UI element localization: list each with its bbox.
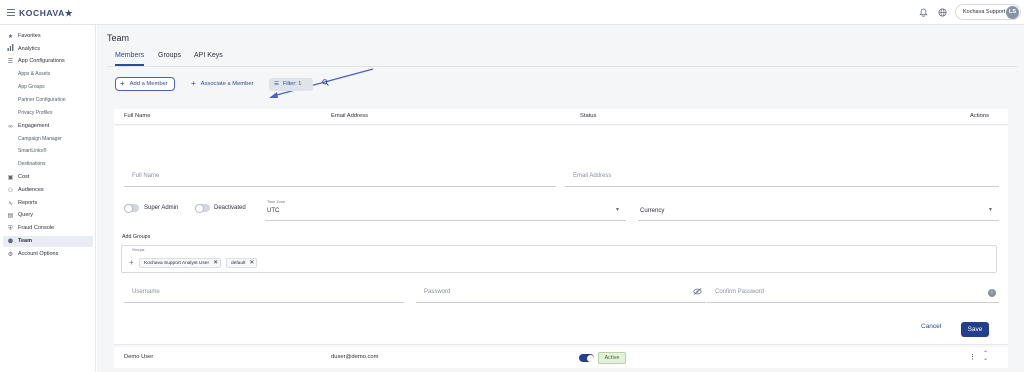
row-email: duser@demo.com bbox=[331, 354, 379, 360]
sidebar-item-team[interactable]: ⚉ Team bbox=[3, 236, 93, 247]
add-member-form: Full Name Email Address Super Admin Deac… bbox=[114, 126, 1008, 345]
sidebar-item-reports[interactable]: ∿ Reports bbox=[3, 198, 93, 209]
plus-icon[interactable]: + bbox=[129, 258, 134, 267]
list-icon: ☰ bbox=[7, 59, 14, 65]
filter-icon: ☰ bbox=[274, 81, 279, 87]
group-chip: default ✕ bbox=[226, 258, 258, 268]
filter-count: 1 bbox=[298, 81, 302, 87]
expand-icon[interactable]: ⌃ ⌄ bbox=[983, 351, 988, 362]
timezone-label: Time Zone bbox=[267, 200, 286, 204]
groups-label: Groups bbox=[132, 248, 145, 252]
deactivated-toggle[interactable] bbox=[195, 203, 210, 213]
link-icon: ∞ bbox=[8, 124, 13, 130]
currency-placeholder: Currency bbox=[640, 208, 665, 214]
sidebar-item-analytics[interactable]: Analytics bbox=[3, 44, 93, 55]
tab-groups[interactable]: Groups bbox=[158, 52, 181, 66]
page-title: Team bbox=[107, 33, 130, 43]
team-icon: ⚉ bbox=[7, 239, 14, 245]
sidebar-item-favorites[interactable]: ★ Favorites bbox=[3, 31, 93, 42]
sidebar-item-destinations[interactable]: Destinations bbox=[3, 159, 93, 170]
full-name-field[interactable]: Full Name bbox=[124, 166, 556, 187]
help-icon[interactable]: ! bbox=[988, 289, 996, 297]
main-content: Team Members Groups API Keys + Add a Memb… bbox=[97, 25, 1024, 372]
close-icon[interactable]: ✕ bbox=[213, 260, 218, 266]
sidebar-item-engagement[interactable]: ∞ Engagement bbox=[3, 121, 93, 132]
column-status: Status bbox=[580, 113, 597, 119]
cancel-button[interactable]: Cancel bbox=[921, 323, 941, 330]
table-row[interactable]: Demo User duser@demo.com Active ⋮ ⌃ ⌄ bbox=[114, 347, 1008, 368]
cost-icon: ▣ bbox=[7, 175, 14, 181]
sidebar-item-account-options[interactable]: ⚙ Account Options bbox=[3, 249, 93, 260]
sidebar-item-query[interactable]: ▤ Query bbox=[3, 210, 93, 221]
associate-member-button[interactable]: + Associate a Member bbox=[187, 77, 254, 91]
save-button[interactable]: Save bbox=[961, 322, 989, 337]
add-groups-label: Add Groups bbox=[122, 234, 151, 240]
sidebar-item-partner-configuration[interactable]: Partner Configuration bbox=[3, 95, 93, 106]
reports-icon: ∿ bbox=[7, 201, 14, 207]
sidebar-item-apps-assets[interactable]: Apps & Assets bbox=[3, 69, 93, 80]
star-icon: ★ bbox=[7, 34, 14, 40]
more-actions-icon[interactable]: ⋮ bbox=[969, 353, 976, 361]
timezone-select[interactable]: Time Zone UTC ▼ bbox=[265, 200, 626, 221]
globe-icon[interactable] bbox=[937, 8, 947, 18]
sidebar-item-app-configurations[interactable]: ☰ App Configurations bbox=[3, 56, 93, 67]
bell-icon[interactable] bbox=[918, 8, 928, 18]
search-icon bbox=[322, 79, 329, 88]
user-menu[interactable]: Kochava Support LS bbox=[955, 4, 1021, 20]
bar-chart-icon bbox=[7, 44, 14, 51]
sidebar-item-campaign-manager[interactable]: Campaign Manager bbox=[3, 134, 93, 145]
group-chip: Kochava Support Analyst User ✕ bbox=[139, 258, 222, 268]
tab-api-keys[interactable]: API Keys bbox=[194, 52, 223, 66]
eye-off-icon[interactable] bbox=[693, 288, 702, 297]
tabs-divider bbox=[107, 66, 1017, 67]
table-header: Full Name Email Address Status Actions bbox=[114, 109, 1008, 125]
sidebar: ★ Favorites Analytics ☰ App Configurations… bbox=[0, 25, 96, 372]
sidebar-item-privacy-profiles[interactable]: Privacy Profiles bbox=[3, 108, 93, 119]
plus-icon: + bbox=[120, 79, 125, 88]
username-field[interactable]: Username bbox=[124, 282, 404, 303]
email-field[interactable]: Email Address bbox=[565, 166, 999, 187]
column-full-name: Full Name bbox=[124, 113, 151, 119]
groups-input[interactable]: Groups + Kochava Support Analyst User ✕ d… bbox=[121, 245, 997, 273]
chevron-down-icon: ▼ bbox=[988, 207, 993, 213]
plus-icon: + bbox=[191, 79, 196, 88]
password-field[interactable]: Password bbox=[416, 282, 706, 303]
account-options-icon: ⚙ bbox=[7, 252, 14, 258]
avatar: LS bbox=[1006, 6, 1019, 19]
active-toggle[interactable] bbox=[579, 354, 594, 362]
user-name: Kochava Support bbox=[963, 9, 1006, 15]
sidebar-item-cost[interactable]: ▣ Cost bbox=[3, 172, 93, 183]
sidebar-item-audiences[interactable]: ⚇ Audiences bbox=[3, 185, 93, 196]
sidebar-item-fraud-console[interactable]: ⛨ Fraud Console bbox=[3, 223, 93, 234]
timezone-value: UTC bbox=[267, 208, 280, 214]
menu-toggle-icon[interactable] bbox=[7, 9, 15, 16]
filter-button[interactable]: ☰ Filter: 1 bbox=[269, 78, 313, 91]
top-bar: KOCHAVA★ Kochava Support LS bbox=[0, 0, 1024, 25]
sidebar-item-smartlinks[interactable]: SmartLinks® bbox=[3, 146, 93, 157]
status-badge: Active bbox=[598, 352, 626, 364]
row-name: Demo User bbox=[124, 354, 154, 360]
audiences-icon: ⚇ bbox=[7, 188, 14, 194]
close-icon[interactable]: ✕ bbox=[249, 260, 254, 266]
column-email-address: Email Address bbox=[331, 113, 369, 119]
column-actions: Actions bbox=[970, 113, 990, 119]
tab-members[interactable]: Members bbox=[115, 52, 145, 66]
search-button[interactable] bbox=[319, 78, 332, 91]
brand-logo: KOCHAVA★ bbox=[19, 8, 74, 18]
add-member-button[interactable]: + Add a Member bbox=[115, 77, 175, 91]
chevron-down-icon: ▼ bbox=[615, 207, 620, 213]
super-admin-toggle[interactable] bbox=[124, 203, 139, 213]
deactivated-label: Deactivated bbox=[214, 205, 246, 211]
shield-icon: ⛨ bbox=[8, 226, 13, 232]
database-icon: ▤ bbox=[7, 213, 14, 219]
currency-select[interactable]: Currency ▼ bbox=[638, 200, 999, 221]
sidebar-item-app-groups[interactable]: App Groups bbox=[3, 82, 93, 93]
confirm-password-field[interactable]: Confirm Password ! bbox=[707, 282, 999, 303]
super-admin-label: Super Admin bbox=[144, 205, 179, 211]
